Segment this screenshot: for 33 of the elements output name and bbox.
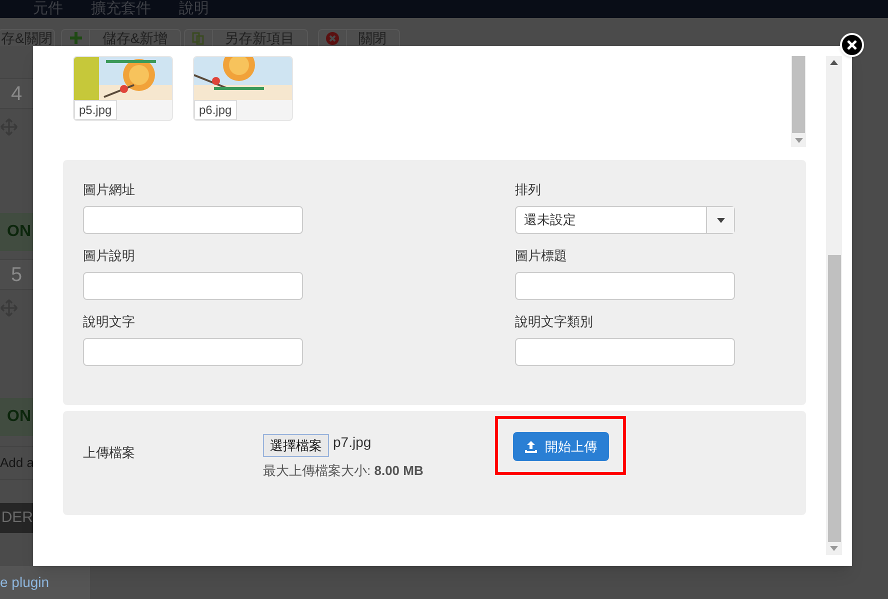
field-label: 圖片網址	[83, 182, 136, 197]
section-header: DER	[0, 503, 33, 533]
scrollbar[interactable]	[826, 56, 842, 555]
scroll-down-icon[interactable]	[794, 138, 802, 143]
row-number: 5	[10, 262, 22, 288]
input-field[interactable]	[83, 338, 303, 366]
select-field[interactable]: 還未設定	[515, 206, 735, 234]
file-name: p7.jpg	[333, 434, 372, 450]
caret-icon	[716, 218, 724, 222]
image-filename: p5.jpg	[74, 100, 117, 120]
scroll-up-icon[interactable]	[830, 60, 838, 65]
close-icon	[847, 40, 857, 50]
field-label: 說明文字類別	[515, 314, 594, 329]
upload-button[interactable]: 開始上傳	[512, 432, 609, 461]
input-field[interactable]	[83, 272, 303, 300]
row-number: 4	[10, 82, 22, 106]
upload-label: 上傳檔案	[83, 444, 136, 462]
field-label: 圖片說明	[83, 248, 136, 263]
scrollbar[interactable]	[791, 56, 806, 147]
field-label: 排列	[515, 182, 542, 197]
field-label: 說明文字	[83, 314, 136, 329]
cancel-icon	[326, 32, 339, 44]
upload-icon	[524, 440, 537, 452]
input-field[interactable]	[515, 338, 735, 366]
choose-file-button[interactable]: 選擇檔案	[263, 434, 329, 457]
input-field[interactable]	[83, 206, 303, 234]
copy-icon	[192, 32, 205, 44]
plus-icon	[70, 32, 82, 44]
field-label: 圖片標題	[515, 248, 568, 263]
upload-size-limit: 最大上傳檔案大小: 8.00 MB	[263, 462, 424, 480]
scroll-down-icon[interactable]	[830, 546, 838, 551]
image-filename: p6.jpg	[194, 100, 237, 120]
input-field[interactable]	[515, 272, 735, 300]
